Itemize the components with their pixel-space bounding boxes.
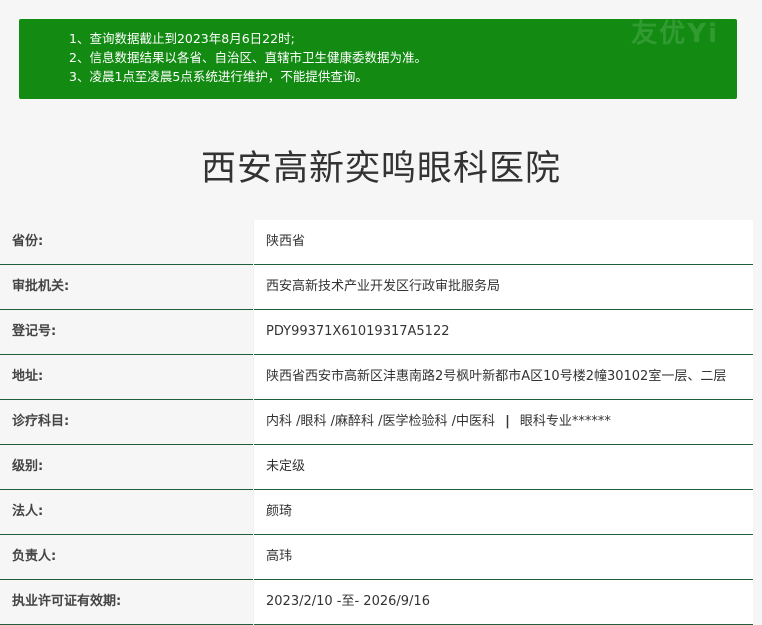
notice-line-2: 2、信息数据结果以各省、自治区、直辖市卫生健康委数据为准。 — [69, 50, 427, 65]
departments-separator: | — [505, 414, 510, 429]
table-row: 诊疗科目: 内科 /眼科 /麻醉科 /医学检验科 /中医科 | 眼科专业****** — [0, 399, 753, 445]
row-value-legal-person: 颜琦 — [253, 489, 753, 535]
table-row: 执业许可证有效期: 2023/2/10 -至- 2026/9/16 — [0, 579, 753, 625]
row-label-approval-authority: 审批机关: — [0, 264, 254, 310]
row-value-person-in-charge: 高玮 — [253, 534, 753, 580]
row-value-approval-authority: 西安高新技术产业开发区行政审批服务局 — [253, 264, 753, 310]
row-label-registration-no: 登记号: — [0, 309, 254, 355]
row-value-departments: 内科 /眼科 /麻醉科 /医学检验科 /中医科 | 眼科专业****** — [253, 399, 753, 445]
row-value-level: 未定级 — [253, 444, 753, 490]
hospital-name: 西安高新奕鸣眼科医院 — [200, 149, 561, 189]
row-value-registration-no: PDY99371X61019317A5122 — [253, 309, 753, 355]
watermark-logo: 友优Yi — [631, 19, 719, 49]
departments-list: 内科 /眼科 /麻醉科 /医学检验科 /中医科 — [266, 414, 496, 429]
table-row: 省份: 陕西省 — [0, 220, 753, 265]
row-label-legal-person: 法人: — [0, 489, 254, 535]
row-label-address: 地址: — [0, 354, 254, 400]
table-row: 负责人: 高玮 — [0, 534, 753, 580]
row-label-departments: 诊疗科目: — [0, 399, 254, 445]
table-row: 审批机关: 西安高新技术产业开发区行政审批服务局 — [0, 264, 753, 310]
departments-specialty: 眼科专业****** — [519, 414, 611, 429]
table-row: 地址: 陕西省西安市高新区沣惠南路2号枫叶新都市A区10号楼2幢30102室一层… — [0, 354, 753, 400]
table-row: 法人: 颜琦 — [0, 489, 753, 535]
row-value-license-validity: 2023/2/10 -至- 2026/9/16 — [253, 579, 753, 625]
notice-line-3: 3、凌晨1点至凌晨5点系统进行维护，不能提供查询。 — [69, 69, 368, 84]
table-row: 级别: 未定级 — [0, 444, 753, 490]
table-row: 登记号: PDY99371X61019317A5122 — [0, 309, 753, 355]
row-label-person-in-charge: 负责人: — [0, 534, 254, 580]
row-label-license-validity: 执业许可证有效期: — [0, 579, 254, 625]
row-value-province: 陕西省 — [253, 220, 753, 265]
row-value-address: 陕西省西安市高新区沣惠南路2号枫叶新都市A区10号楼2幢30102室一层、二层 — [253, 354, 753, 400]
hospital-info-table: 省份: 陕西省 审批机关: 西安高新技术产业开发区行政审批服务局 登记号: PD… — [0, 220, 753, 625]
row-label-province: 省份: — [0, 220, 254, 265]
notice-banner: 1、查询数据截止到2023年8月6日22时; 2、信息数据结果以各省、自治区、直… — [19, 19, 737, 99]
row-label-level: 级别: — [0, 444, 254, 490]
